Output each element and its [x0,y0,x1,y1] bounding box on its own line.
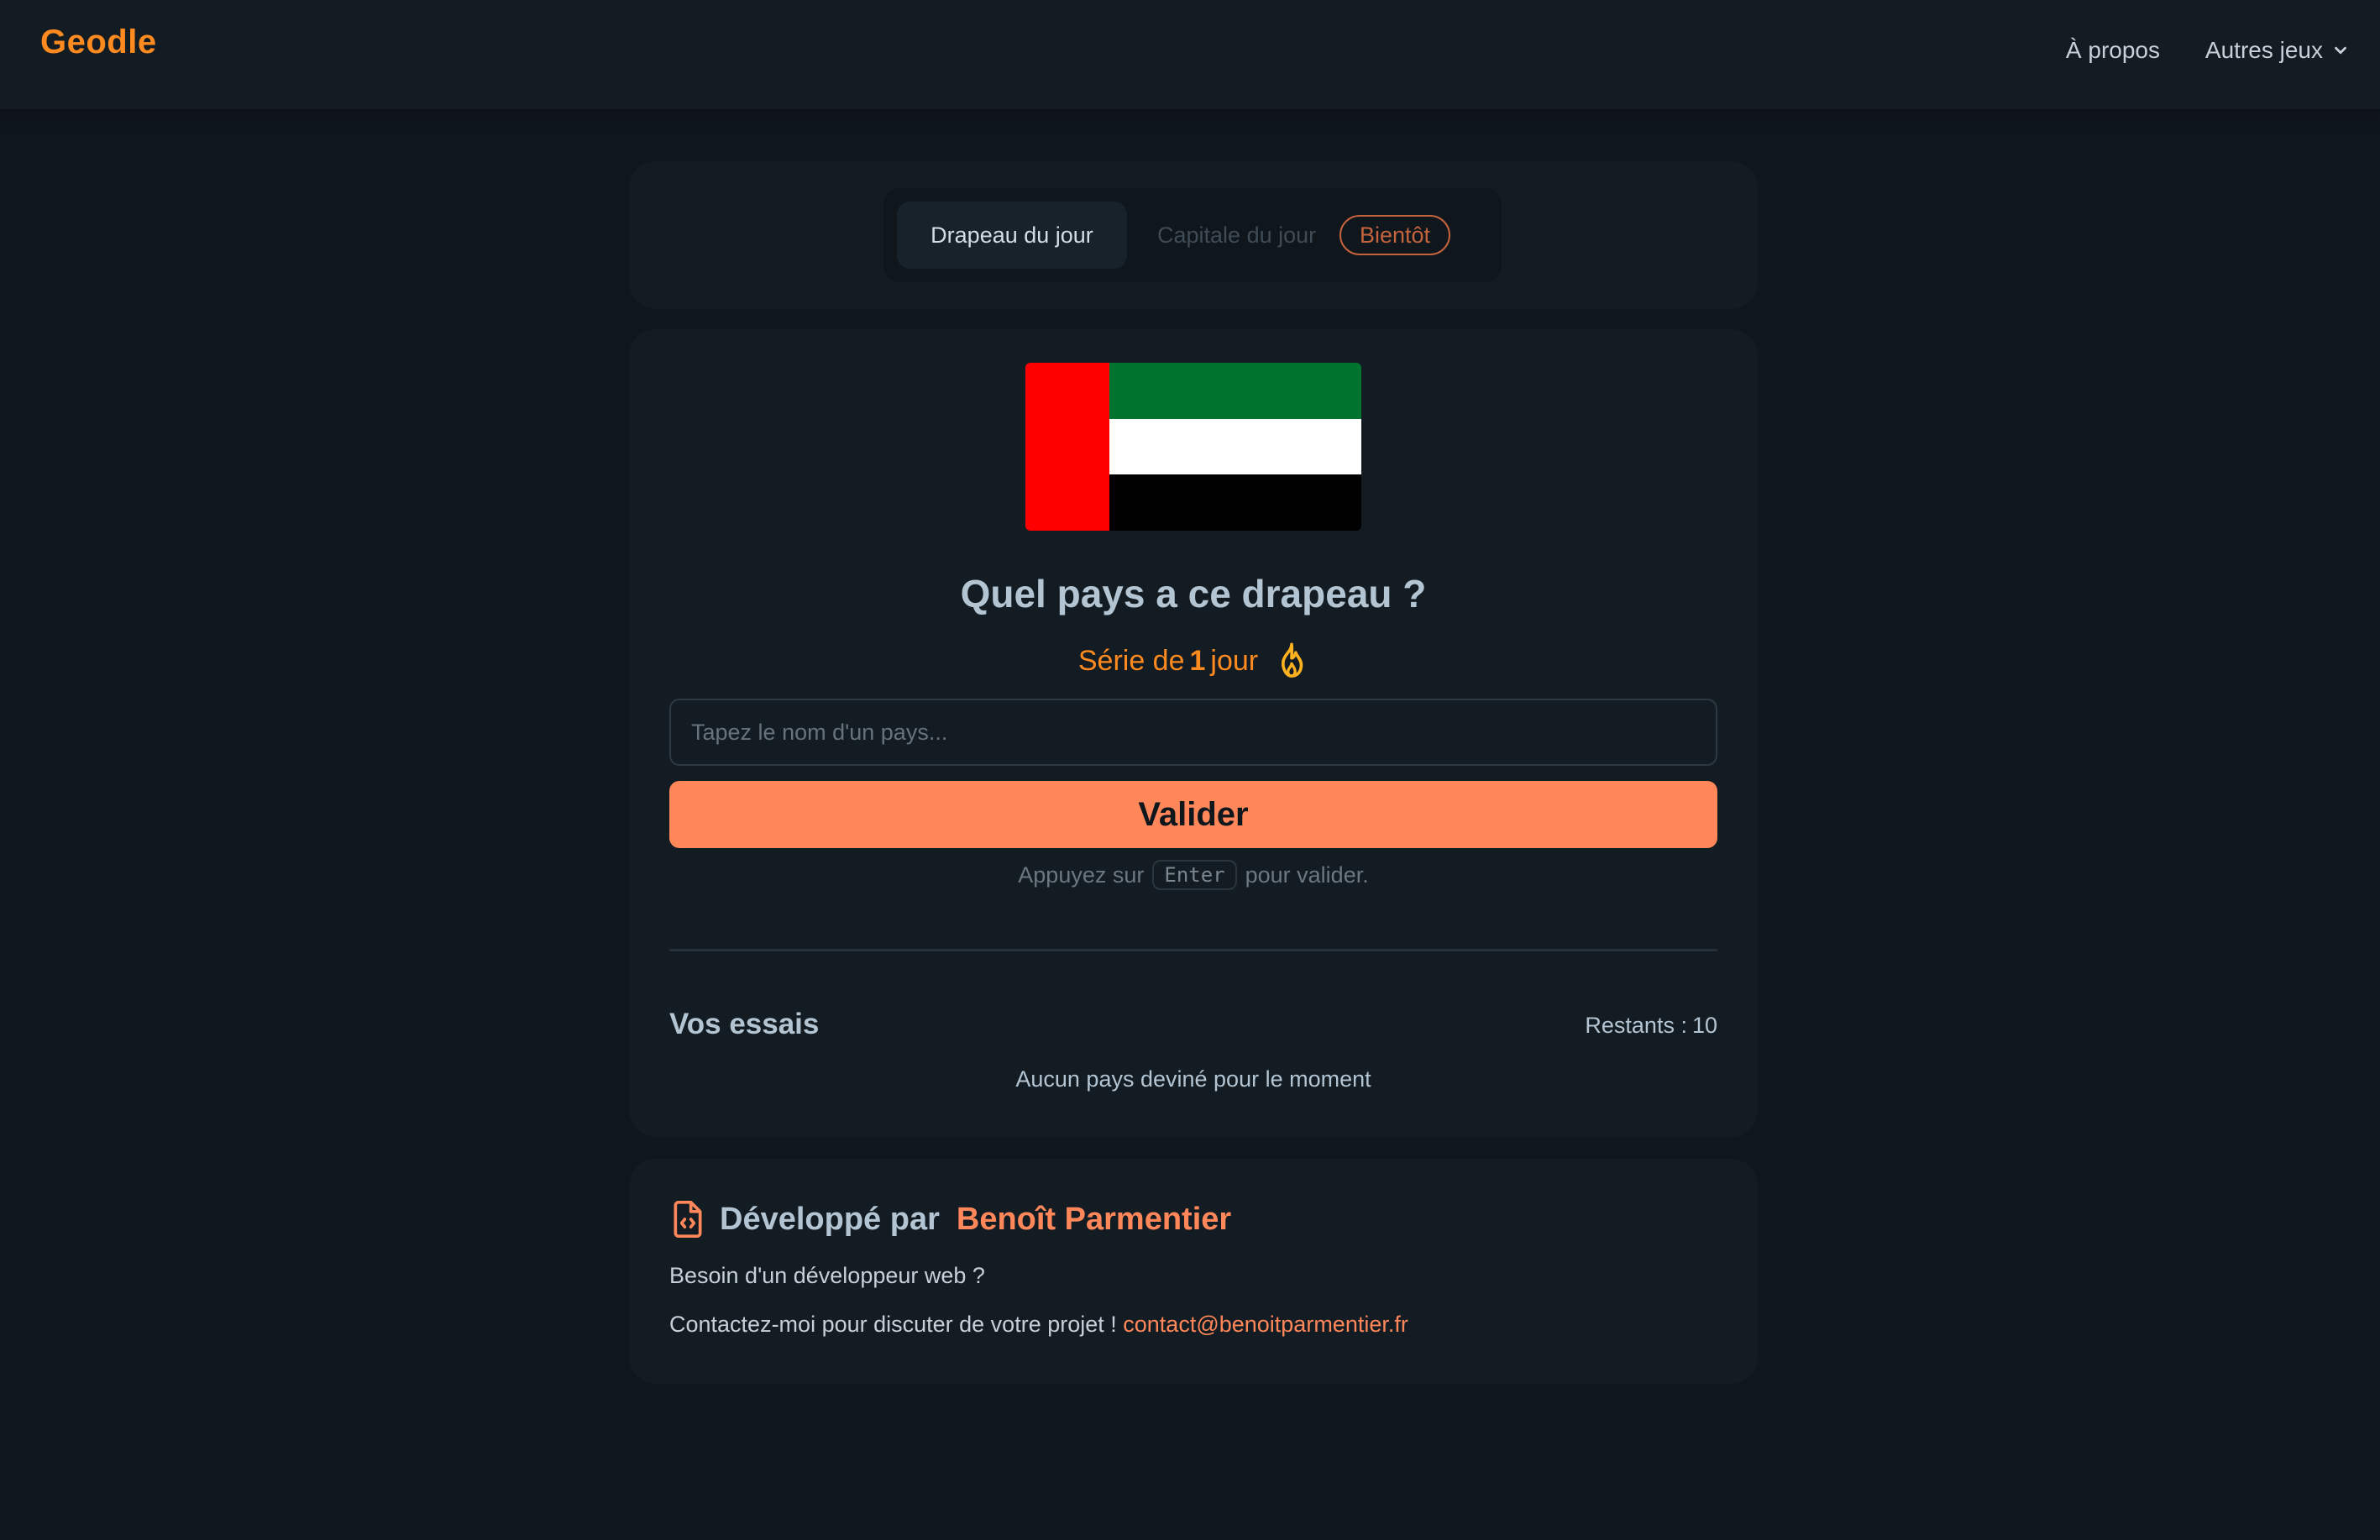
streak-suffix: jour [1210,644,1259,677]
remaining-count: 10 [1691,1013,1717,1038]
flag-top-stripe [1109,363,1361,419]
nav-about-link[interactable]: À propos [2066,37,2160,64]
flame-icon [1282,642,1303,678]
remaining-label: Restants : [1585,1013,1687,1038]
section-divider [669,949,1717,951]
flag-hoist-stripe [1025,363,1109,531]
hint-prefix: Appuyez sur [1018,862,1145,888]
footer-card: Développé par Benoît Parmentier Besoin d… [629,1159,1758,1384]
nav-other-games-dropdown[interactable]: Autres jeux [2205,37,2350,64]
remaining-attempts: Restants : 10 [1585,1013,1717,1039]
top-navbar: Geodle À propos Autres jeux [0,0,2380,109]
enter-key-badge: Enter [1152,860,1237,890]
footer-tagline: Besoin d'un développeur web ? [669,1263,985,1288]
footer-contact-line: Contactez-moi pour discuter de votre pro… [669,1312,1408,1338]
tab-capital-of-the-day: Capitale du jour [1157,222,1317,248]
empty-attempts-message: Aucun pays deviné pour le moment [1015,1066,1371,1092]
logo[interactable]: Geodle [40,24,157,61]
tab-flag-of-the-day[interactable]: Drapeau du jour [897,202,1127,269]
author-link[interactable]: Benoît Parmentier [957,1202,1231,1238]
streak-prefix: Série de [1077,644,1185,677]
footer-title: Développé par Benoît Parmentier [669,1199,1231,1239]
game-card: Quel pays a ce drapeau ? Série de 1 jour… [629,329,1758,1137]
flag-middle-stripe [1109,419,1361,474]
file-code-icon [674,1201,702,1238]
streak-count: 1 [1189,644,1206,677]
footer-contact-text: Contactez-moi pour discuter de votre pro… [669,1312,1117,1337]
contact-email-link[interactable]: contact@benoitparmentier.fr [1123,1312,1408,1337]
coming-soon-badge: Bientôt [1339,215,1451,255]
country-search-input[interactable] [669,699,1717,766]
mode-selector-card: Drapeau du jour Capitale du jour Bientôt [629,161,1758,309]
question-title: Quel pays a ce drapeau ? [960,572,1427,615]
streak-indicator: Série de 1 jour [629,642,1758,680]
footer-title-prefix: Développé par [720,1201,940,1237]
submit-button[interactable]: Valider [669,781,1717,848]
attempts-title: Vos essais [669,1008,820,1040]
chevron-down-icon [2335,46,2346,55]
hint-suffix: pour valider. [1245,862,1369,888]
nav-other-games-label: Autres jeux [2204,37,2323,63]
flag-bottom-stripe [1109,474,1361,531]
keyboard-hint: Appuyez sur Enter pour valider. [629,860,1758,890]
flag-image [1025,363,1361,531]
mode-tabs: Drapeau du jour Capitale du jour Bientôt [883,188,1502,282]
